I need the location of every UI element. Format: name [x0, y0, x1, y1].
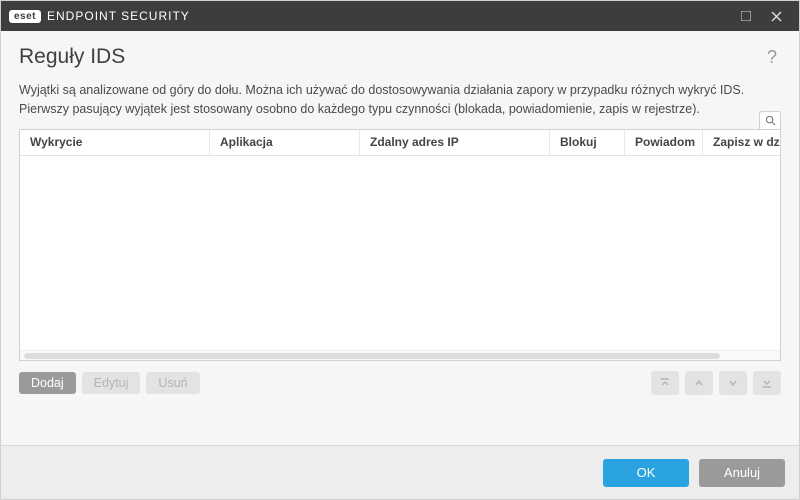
col-notify[interactable]: Powiadom — [625, 130, 703, 155]
chevron-top-icon — [659, 377, 671, 389]
col-remote-ip[interactable]: Zdalny adres IP — [360, 130, 550, 155]
col-detection[interactable]: Wykrycie — [20, 130, 210, 155]
scrollbar-thumb[interactable] — [24, 353, 720, 359]
col-log[interactable]: Zapisz w dzie — [703, 130, 780, 155]
move-down-button[interactable] — [719, 371, 747, 395]
brand-badge: eset — [9, 10, 41, 23]
rules-table: Wykrycie Aplikacja Zdalny adres IP Bloku… — [19, 129, 781, 361]
content-area: Reguły IDS ? Wyjątki są analizowane od g… — [1, 31, 799, 445]
titlebar: eset ENDPOINT SECURITY — [1, 1, 799, 31]
cancel-button[interactable]: Anuluj — [699, 459, 785, 487]
page-description: Wyjątki są analizowane od góry do dołu. … — [19, 81, 781, 119]
delete-button[interactable]: Usuń — [146, 372, 199, 394]
table-wrap: Wykrycie Aplikacja Zdalny adres IP Bloku… — [19, 129, 781, 361]
col-application[interactable]: Aplikacja — [210, 130, 360, 155]
header-row: Reguły IDS ? — [19, 45, 781, 69]
brand-product: ENDPOINT SECURITY — [47, 9, 190, 23]
chevron-up-icon — [693, 377, 705, 389]
help-button[interactable]: ? — [763, 47, 781, 68]
close-icon — [771, 11, 782, 22]
chevron-down-icon — [727, 377, 739, 389]
window-close-button[interactable] — [761, 1, 791, 31]
ok-button[interactable]: OK — [603, 459, 689, 487]
move-up-button[interactable] — [685, 371, 713, 395]
edit-button[interactable]: Edytuj — [82, 372, 141, 394]
table-body[interactable] — [20, 156, 780, 350]
app-window: eset ENDPOINT SECURITY Reguły IDS ? Wyją… — [0, 0, 800, 500]
search-icon — [765, 115, 776, 126]
horizontal-scrollbar[interactable] — [20, 350, 780, 360]
chevron-bottom-icon — [761, 377, 773, 389]
move-bottom-button[interactable] — [753, 371, 781, 395]
action-row: Dodaj Edytuj Usuń — [19, 371, 781, 395]
move-top-button[interactable] — [651, 371, 679, 395]
table-header: Wykrycie Aplikacja Zdalny adres IP Bloku… — [20, 130, 780, 156]
page-title: Reguły IDS — [19, 45, 763, 69]
window-minimize-button[interactable] — [731, 1, 761, 31]
col-block[interactable]: Blokuj — [550, 130, 625, 155]
table-search-button[interactable] — [759, 111, 781, 129]
minimize-icon — [741, 11, 751, 21]
add-button[interactable]: Dodaj — [19, 372, 76, 394]
footer: OK Anuluj — [1, 445, 799, 499]
